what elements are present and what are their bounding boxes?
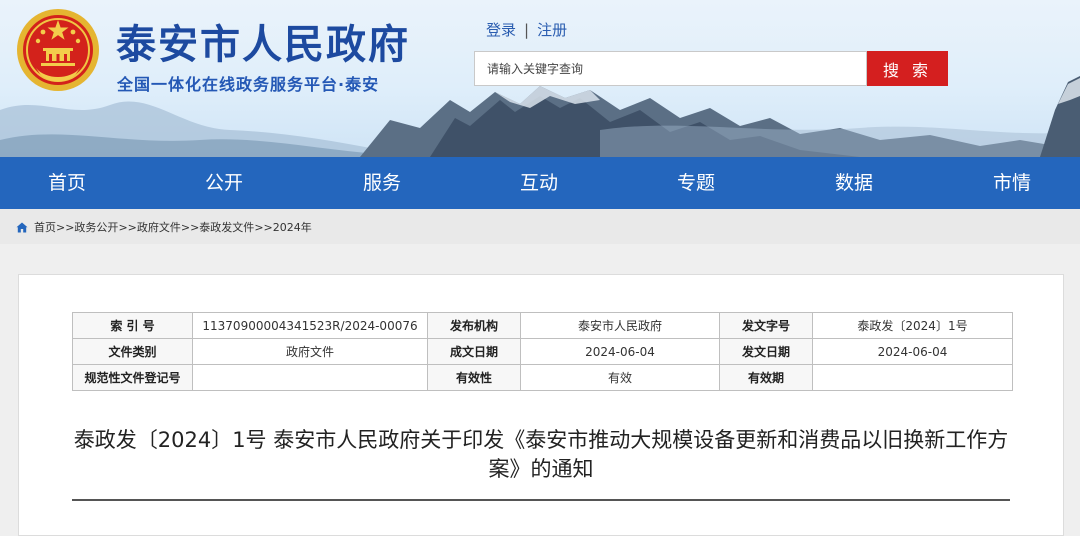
nav-item-public[interactable]: 公开	[205, 157, 243, 209]
breadcrumb-gov-documents[interactable]: >>政府文件	[118, 221, 180, 234]
document-info-table: 索 引 号 11370900004341523R/2024-00076 发布机构…	[72, 312, 1013, 391]
label-issuing-agency: 发布机构	[427, 312, 521, 339]
site-subtitle: 全国一体化在线政务服务平台·泰安	[117, 75, 380, 94]
breadcrumb-year-2024[interactable]: >>2024年	[254, 221, 311, 234]
nav-item-city-info[interactable]: 市情	[993, 157, 1031, 209]
label-validity: 有效性	[427, 364, 521, 391]
site-header: 泰安市人民政府 全国一体化在线政务服务平台·泰安 登录 | 注册 搜 索	[0, 0, 1080, 157]
document-title: 泰政发〔2024〕1号 泰安市人民政府关于印发《泰安市推动大规模设备更新和消费品…	[73, 428, 1009, 481]
breadcrumb-bar: 首页>>政务公开>>政府文件>>泰政发文件>>2024年	[0, 209, 1080, 244]
nav-item-home[interactable]: 首页	[48, 157, 86, 209]
search-input[interactable]	[474, 51, 867, 86]
value-issuing-agency: 泰安市人民政府	[520, 312, 720, 339]
value-index-number: 11370900004341523R/2024-00076	[192, 312, 428, 339]
label-document-category: 文件类别	[72, 338, 193, 365]
table-row: 索 引 号 11370900004341523R/2024-00076 发布机构…	[72, 312, 1013, 339]
search-button[interactable]: 搜 索	[867, 51, 948, 86]
table-row: 规范性文件登记号 有效性 有效 有效期	[72, 364, 1013, 391]
value-written-date: 2024-06-04	[520, 338, 720, 365]
label-document-number: 发文字号	[719, 312, 813, 339]
nav-item-topics[interactable]: 专题	[677, 157, 715, 209]
label-written-date: 成文日期	[427, 338, 521, 365]
label-registration-number: 规范性文件登记号	[72, 364, 193, 391]
label-issue-date: 发文日期	[719, 338, 813, 365]
register-link[interactable]: 注册	[537, 21, 567, 39]
nav-item-data[interactable]: 数据	[835, 157, 873, 209]
nav-item-interaction[interactable]: 互动	[520, 157, 558, 209]
breadcrumb: 首页>>政务公开>>政府文件>>泰政发文件>>2024年	[16, 219, 312, 235]
breadcrumb-taizhengfa-documents[interactable]: >>泰政发文件	[181, 221, 254, 234]
value-valid-period	[812, 364, 1013, 391]
table-row: 文件类别 政府文件 成文日期 2024-06-04 发文日期 2024-06-0…	[72, 338, 1013, 365]
nav-item-service[interactable]: 服务	[363, 157, 401, 209]
auth-separator: |	[524, 21, 530, 39]
title-divider	[72, 499, 1010, 501]
value-document-number: 泰政发〔2024〕1号	[812, 312, 1013, 339]
breadcrumb-gov-affairs[interactable]: >>政务公开	[56, 221, 118, 234]
value-issue-date: 2024-06-04	[812, 338, 1013, 365]
value-validity: 有效	[520, 364, 720, 391]
breadcrumb-home[interactable]: 首页	[34, 221, 56, 234]
auth-links: 登录 | 注册	[486, 19, 567, 40]
national-emblem-logo	[17, 9, 99, 91]
main-nav: 首页 公开 服务 互动 专题 数据 市情	[0, 157, 1080, 209]
home-icon	[16, 222, 28, 233]
label-index-number: 索 引 号	[72, 312, 193, 339]
value-document-category: 政府文件	[192, 338, 428, 365]
label-valid-period: 有效期	[719, 364, 813, 391]
login-link[interactable]: 登录	[486, 21, 516, 39]
document-card: 索 引 号 11370900004341523R/2024-00076 发布机构…	[18, 274, 1064, 536]
value-registration-number	[192, 364, 428, 391]
site-title: 泰安市人民政府	[116, 22, 410, 68]
